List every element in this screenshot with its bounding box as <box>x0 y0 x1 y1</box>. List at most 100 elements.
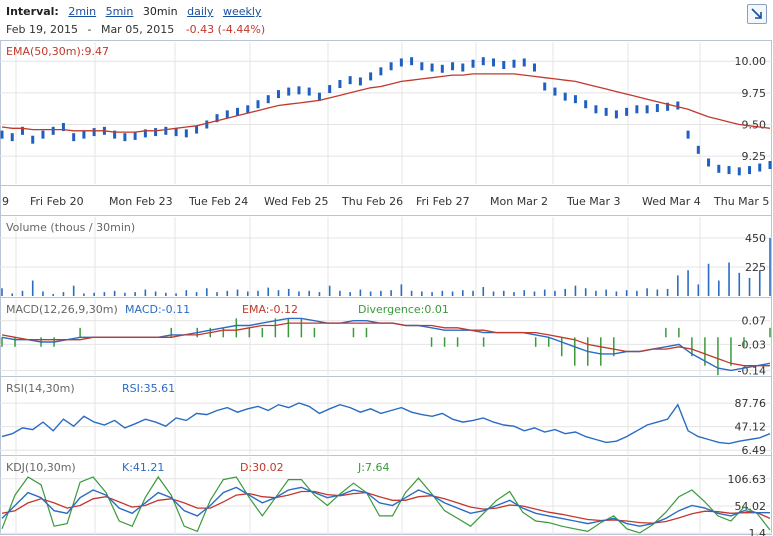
interval-2min[interactable]: 2min <box>68 5 96 18</box>
x-axis-tick-label: Tue Feb 24 <box>188 195 248 208</box>
price-candle <box>696 145 700 154</box>
price-candle <box>358 77 362 86</box>
price-candle <box>532 63 536 72</box>
price-candle <box>72 133 76 142</box>
expand-button[interactable] <box>747 4 767 24</box>
price-candle <box>522 58 526 67</box>
price-candle <box>246 105 250 114</box>
volume-bar <box>359 289 362 296</box>
price-candle <box>92 128 96 137</box>
divergence-legend: Divergence:0.01 <box>358 303 449 316</box>
price-candle <box>492 58 496 67</box>
rsi-title: RSI(14,30m) <box>6 382 75 395</box>
volume-bar <box>195 292 198 296</box>
volume-bar <box>380 290 382 296</box>
kdj-d-legend: D:30.02 <box>240 461 284 474</box>
volume-bar <box>441 290 444 296</box>
volume-bar <box>339 290 341 296</box>
price-candle <box>31 135 35 144</box>
price-candle <box>686 130 690 139</box>
volume-bar <box>93 292 95 296</box>
rsi-y-tick-label: 6.49 <box>742 444 767 457</box>
volume-bar <box>758 270 761 296</box>
price-candle <box>717 164 721 173</box>
macd-title: MACD(12,26,9,30m) <box>6 303 118 316</box>
macd-y-tick-label: 0.07 <box>742 315 767 328</box>
price-candle <box>41 130 45 139</box>
volume-bar <box>72 285 75 296</box>
price-candle <box>133 131 137 140</box>
price-candle <box>123 133 127 142</box>
price-candle <box>707 158 711 167</box>
volume-bar <box>636 290 638 296</box>
price-candle <box>164 126 168 135</box>
volume-bar <box>298 291 300 296</box>
volume-bar <box>175 293 177 296</box>
price-candle <box>727 166 731 175</box>
price-candle <box>328 85 332 94</box>
interval-weekly[interactable]: weekly <box>223 5 261 18</box>
volume-bar <box>748 277 751 296</box>
volume-bar <box>113 290 116 296</box>
volume-bar <box>52 294 54 296</box>
volume-bar <box>482 286 485 296</box>
kdj-j-legend: J:7.64 <box>357 461 389 474</box>
volume-bar <box>697 284 700 296</box>
volume-bar <box>1 288 3 296</box>
interval-30min-current: 30min <box>142 5 178 18</box>
volume-bar <box>21 290 24 296</box>
volume-bar <box>431 292 433 296</box>
volume-bar <box>472 290 474 296</box>
price-y-tick-label: 9.75 <box>742 87 767 100</box>
price-candle <box>225 110 229 119</box>
price-candle <box>307 87 311 96</box>
price-candle <box>369 72 373 81</box>
volume-bar <box>656 289 659 296</box>
price-candle <box>195 125 199 134</box>
price-candle <box>154 128 158 137</box>
volume-bar <box>400 284 403 296</box>
price-candle <box>512 59 516 68</box>
volume-bar <box>267 287 270 296</box>
volume-bar <box>677 275 679 296</box>
price-candle <box>348 76 352 85</box>
price-candle <box>287 87 291 96</box>
kdj-k-legend: K:41.21 <box>122 461 164 474</box>
interval-selector: Interval: 2min 5min 30min daily weekly <box>6 5 261 18</box>
price-candle <box>471 59 475 68</box>
volume-y-tick-label: 225 <box>745 261 766 274</box>
x-axis-tick-label: Thu Mar 5 <box>713 195 769 208</box>
x-axis-tick-label: Mon Mar 2 <box>490 195 548 208</box>
price-candle <box>297 86 301 95</box>
price-candle <box>553 87 557 96</box>
volume-bar <box>206 288 208 296</box>
ema-label: EMA(50,30m):9.47 <box>6 45 109 58</box>
volume-bar <box>564 288 566 296</box>
stock-chart-widget: Interval: 2min 5min 30min daily weekly F… <box>0 0 773 536</box>
interval-daily[interactable]: daily <box>187 5 213 18</box>
volume-bar <box>492 291 495 296</box>
price-candle <box>594 105 598 114</box>
price-candle <box>584 100 588 109</box>
kdj-y-tick-label: 1.4 <box>749 527 767 536</box>
kdj-d-line <box>1 490 771 524</box>
volume-bar <box>369 291 372 296</box>
volume-bar <box>349 292 351 296</box>
x-axis-tick-label: Thu Feb 26 <box>341 195 403 208</box>
volume-bar <box>738 272 741 296</box>
price-candle <box>461 63 465 72</box>
rsi-legend: RSI:35.61 <box>122 382 175 395</box>
price-candle <box>10 133 14 142</box>
price-candle <box>655 104 659 113</box>
x-axis-tick-label: Tue Mar 3 <box>566 195 621 208</box>
x-axis-tick-label: Fri Feb 27 <box>416 195 470 208</box>
volume-bar <box>277 290 280 296</box>
volume-bar <box>31 280 34 296</box>
kdj-y-tick-label: 106.63 <box>728 473 767 486</box>
volume-bar <box>646 288 648 296</box>
interval-5min[interactable]: 5min <box>106 5 134 18</box>
kdj-j-line <box>1 475 771 534</box>
price-candle <box>440 64 444 73</box>
volume-bar <box>687 270 689 296</box>
price-change: -0.43 (-4.44%) <box>185 23 266 36</box>
